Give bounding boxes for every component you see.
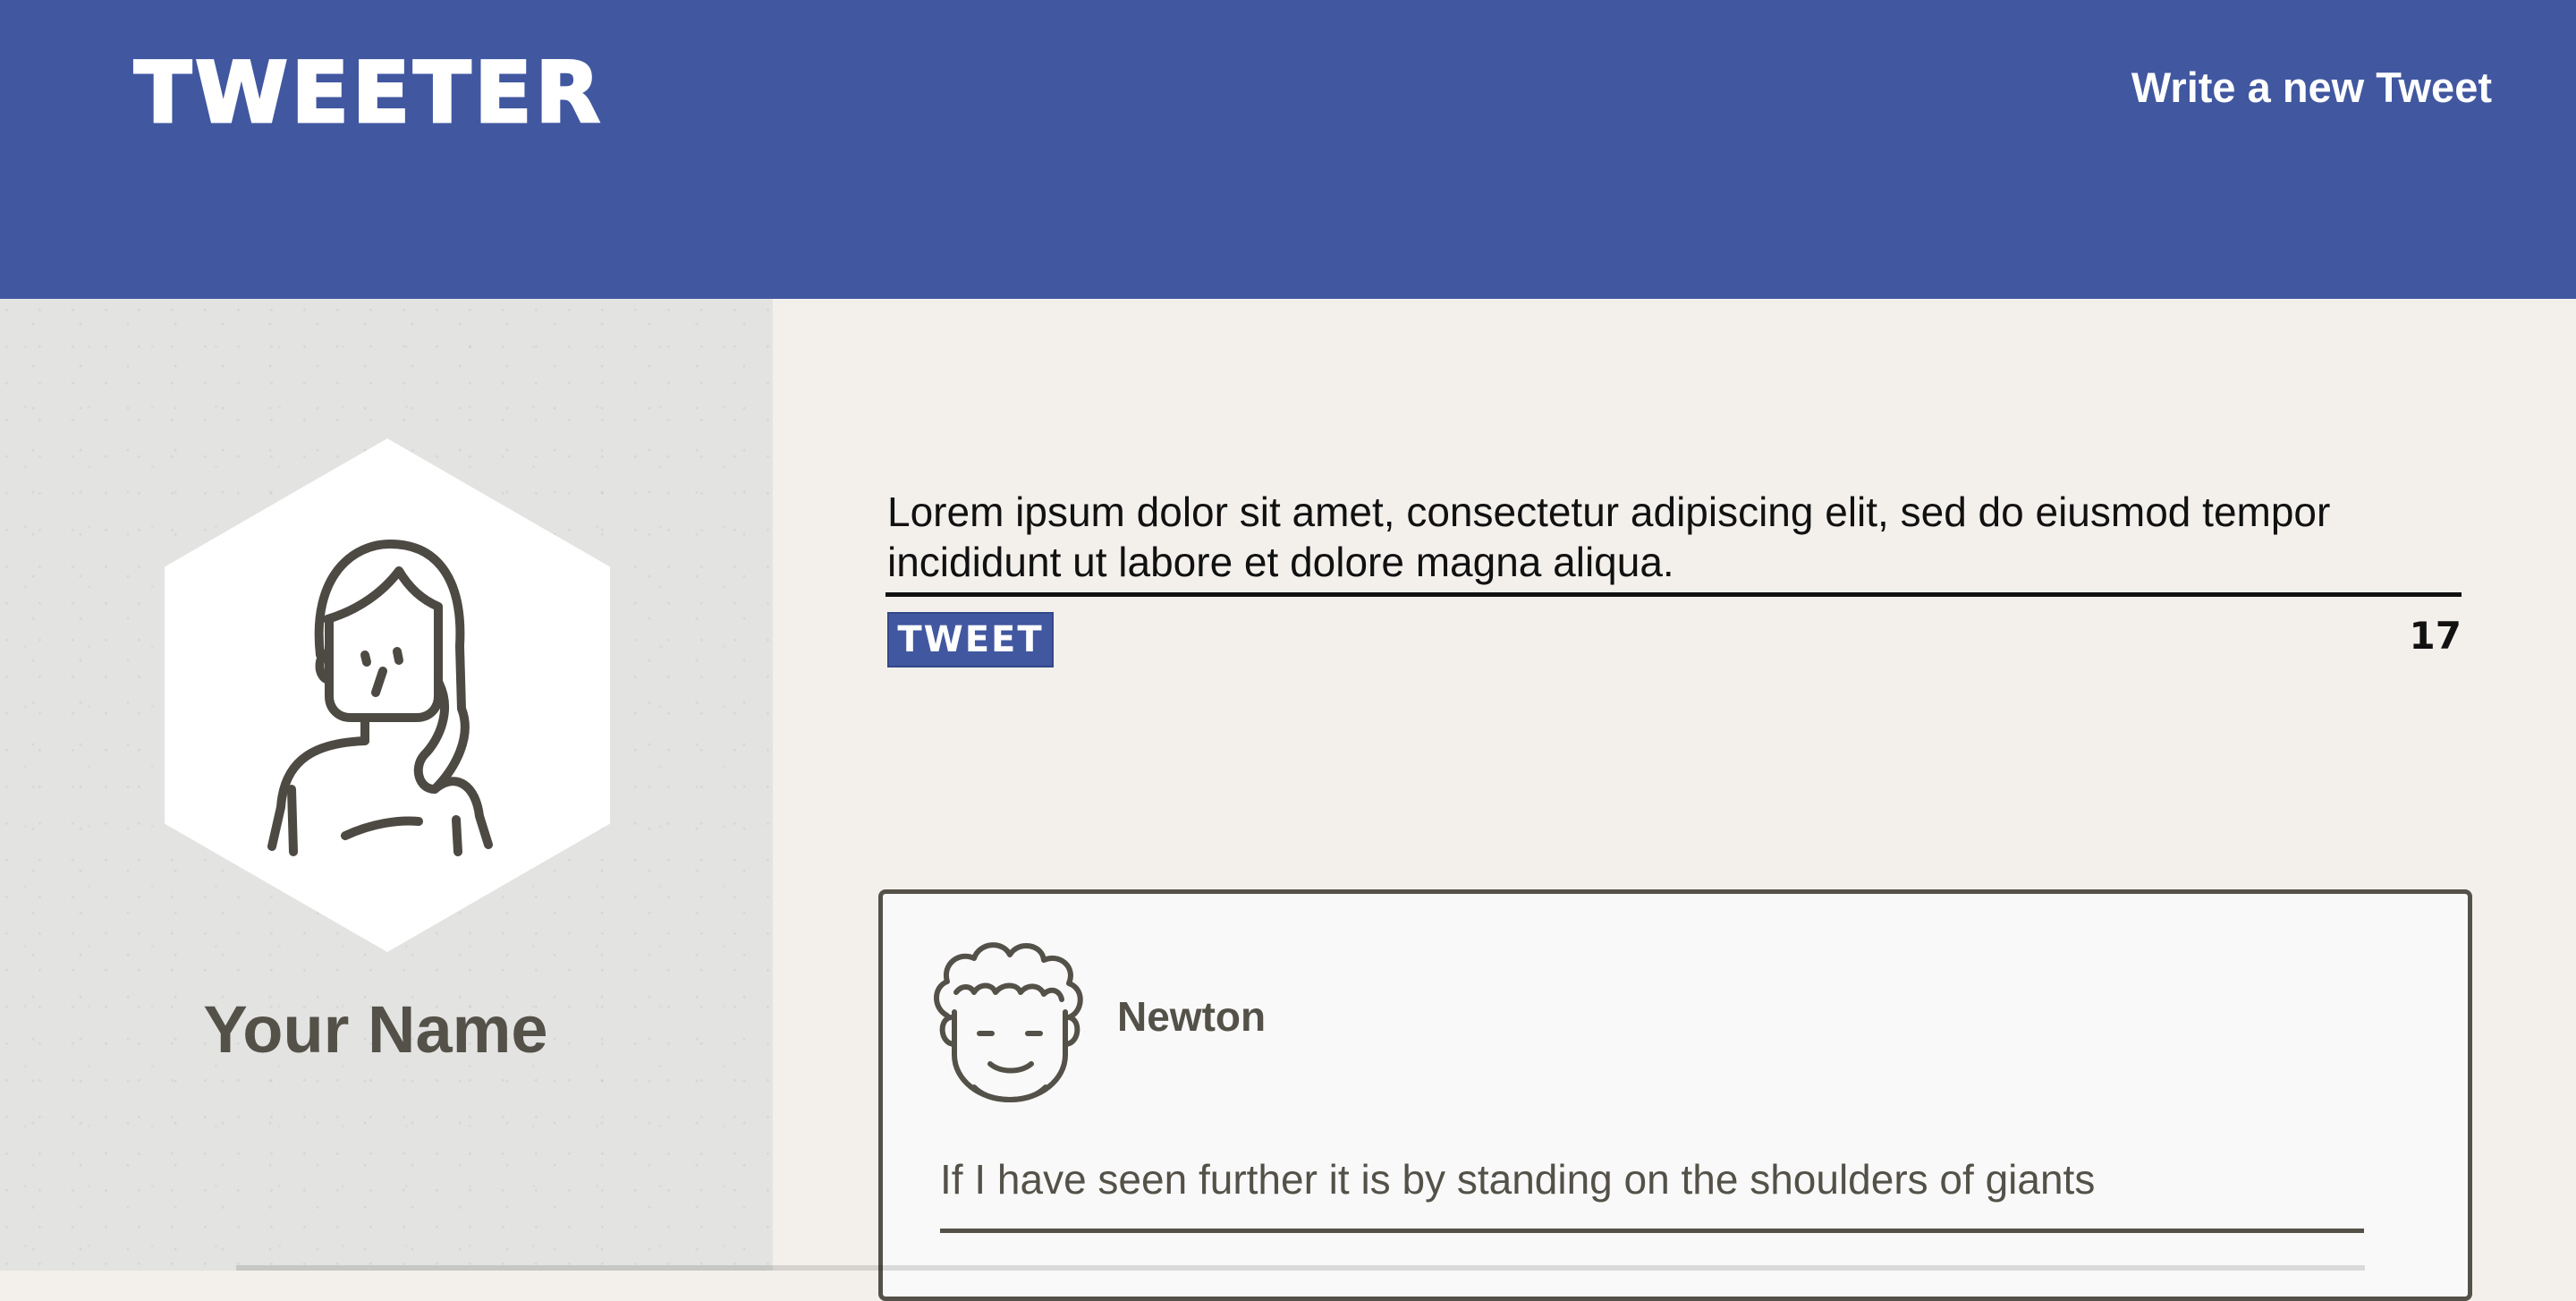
main-content: Lorem ipsum dolor sit amet, consectetur … bbox=[773, 299, 2576, 1301]
compose-underline bbox=[886, 592, 2462, 597]
top-nav-bar: TWEETER Write a new Tweet bbox=[0, 0, 2576, 299]
profile-avatar bbox=[165, 438, 610, 952]
tweet-divider bbox=[940, 1229, 2364, 1233]
woman-avatar-icon bbox=[267, 540, 493, 856]
profile-sidebar: Your Name bbox=[0, 299, 773, 1271]
character-counter: 17 bbox=[2409, 614, 2462, 658]
bottom-shadow bbox=[236, 1265, 2365, 1271]
tweet-button[interactable]: TWEET bbox=[887, 612, 1054, 668]
profile-name: Your Name bbox=[203, 992, 548, 1067]
curly-hair-man-avatar-icon bbox=[934, 942, 1083, 1102]
app-logo[interactable]: TWEETER bbox=[133, 50, 604, 137]
tweet-author: Newton bbox=[1117, 993, 1267, 1040]
tweet-text: If I have seen further it is by standing… bbox=[940, 1156, 2096, 1203]
tweet-compose-input[interactable]: Lorem ipsum dolor sit amet, consectetur … bbox=[887, 487, 2462, 587]
tweet-card: Newton If I have seen further it is by s… bbox=[878, 889, 2472, 1301]
write-new-tweet-link[interactable]: Write a new Tweet bbox=[2131, 63, 2492, 112]
